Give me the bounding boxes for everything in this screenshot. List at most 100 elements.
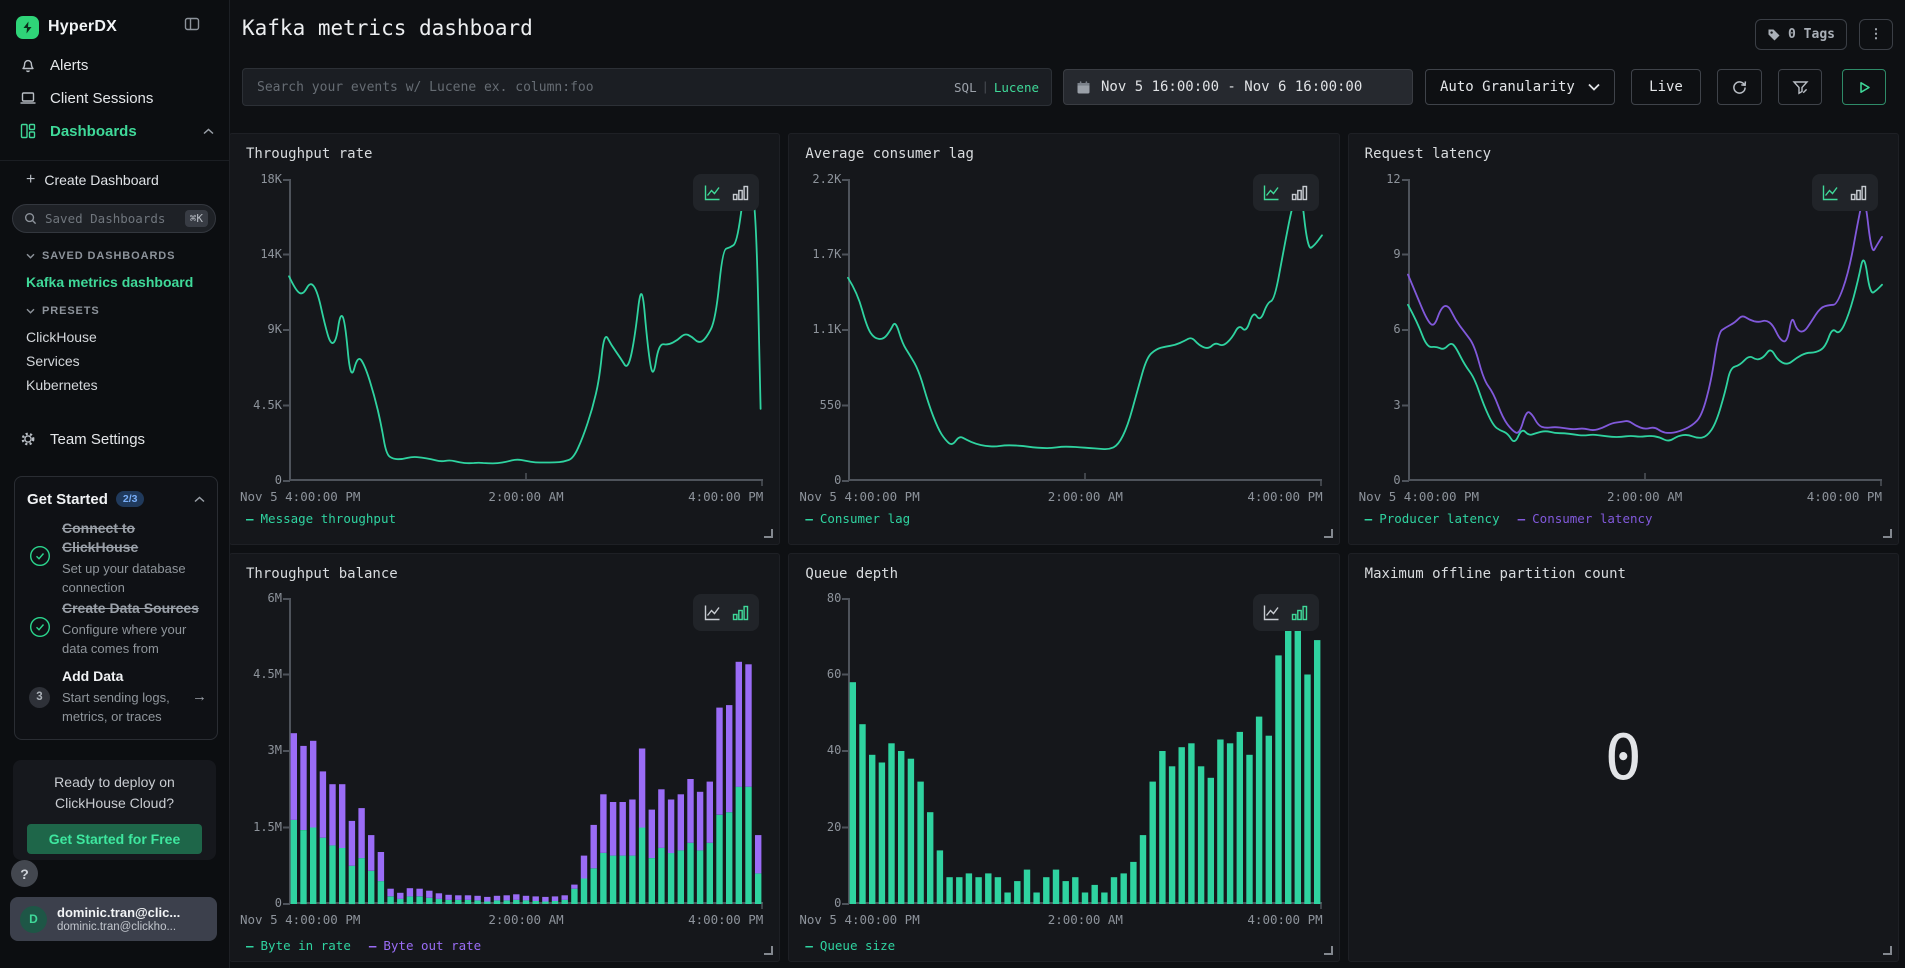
panel-options-button[interactable]: ⋮ [1859, 19, 1893, 50]
chart-type-toggle[interactable] [1253, 174, 1319, 211]
y-axis-label: 18K [260, 172, 282, 186]
x-axis-label: Nov 5 4:00:00 PM [799, 489, 919, 504]
get-started-item[interactable]: 3 Add Data Start sending logs, metrics, … [29, 667, 207, 726]
chart-type-toggle[interactable] [693, 174, 759, 211]
create-dashboard-button[interactable]: + Create Dashboard [26, 172, 159, 188]
sidebar-item-team-settings[interactable]: Team Settings [0, 424, 230, 454]
legend-item[interactable]: —Message throughput [246, 511, 396, 526]
search-placeholder: Saved Dashboards [45, 211, 185, 226]
section-presets[interactable]: PRESETS [26, 305, 100, 317]
y-axis-label: 3 [1393, 398, 1400, 412]
y-axis-label: 60 [827, 667, 841, 681]
chart-type-toggle[interactable] [1812, 174, 1878, 211]
get-started-item[interactable]: Create Data Sources Configure where your… [29, 599, 207, 658]
chart-plot[interactable] [1408, 179, 1882, 481]
chart-canvas[interactable] [848, 179, 1322, 481]
y-axis-label: 6M [268, 591, 282, 605]
sidebar-item-dashboards[interactable]: Dashboards [0, 116, 230, 146]
legend-item[interactable]: —Byte in rate [246, 938, 351, 953]
chart-canvas[interactable] [1408, 179, 1882, 481]
granularity-select[interactable]: Auto Granularity [1425, 69, 1615, 105]
resize-handle[interactable] [1324, 946, 1333, 955]
y-axis-label: 12 [1386, 172, 1400, 186]
sidebar-item-client-sessions[interactable]: Client Sessions [0, 83, 230, 113]
gear-icon [18, 430, 37, 449]
legend-item[interactable]: —Byte out rate [369, 938, 481, 953]
arrow-right-icon: → [192, 688, 207, 705]
get-started-title: Get Started [27, 491, 108, 508]
y-axis-label: 9 [1393, 247, 1400, 261]
resize-handle[interactable] [764, 529, 773, 538]
get-started-item[interactable]: Connect to ClickHouse Set up your databa… [29, 519, 207, 597]
legend-item[interactable]: — Producer latency [1365, 511, 1500, 526]
legend-item[interactable]: —Queue size [805, 938, 895, 953]
resize-handle[interactable] [1324, 529, 1333, 538]
sql-toggle[interactable]: SQL [954, 80, 977, 95]
x-axis-label: Nov 5 4:00:00 PM [1359, 489, 1479, 504]
live-button[interactable]: Live [1631, 69, 1701, 105]
chart-canvas[interactable] [289, 179, 763, 481]
cloud-promo-card: Ready to deploy on ClickHouse Cloud? Get… [13, 760, 216, 860]
search-input[interactable]: Search your events w/ Lucene ex. column:… [242, 68, 1052, 106]
user-menu[interactable]: D dominic.tran@clic... dominic.tran@clic… [10, 897, 217, 941]
chart-plot[interactable] [289, 179, 763, 481]
chart-type-toggle[interactable] [693, 594, 759, 631]
legend-swatch: — [1365, 511, 1373, 526]
chart-canvas[interactable] [848, 598, 1322, 904]
legend-item[interactable]: —Consumer latency [1518, 511, 1653, 526]
chart-type-toggle[interactable] [1253, 594, 1319, 631]
user-name: dominic.tran@clic... [57, 905, 180, 920]
step-number-icon: 3 [29, 686, 51, 708]
app-name: HyperDX [48, 18, 117, 36]
x-axis-label: Nov 5 4:00:00 PM [799, 912, 919, 927]
resize-handle[interactable] [1883, 529, 1892, 538]
sidebar-item-kafka-dashboard[interactable]: Kafka metrics dashboard [26, 274, 193, 290]
x-axis-label: Nov 5 4:00:00 PM [240, 912, 360, 927]
task-subtitle: Set up your database connection [62, 559, 207, 597]
sidebar-item-clickhouse[interactable]: ClickHouse [26, 329, 97, 345]
chevron-up-icon[interactable] [203, 122, 214, 140]
chevron-up-icon[interactable] [194, 490, 205, 508]
legend-label: Producer latency [1379, 511, 1499, 526]
x-axis-label: 4:00:00 PM [688, 912, 763, 927]
tags-button[interactable]: 0 Tags [1755, 19, 1847, 50]
chart-plot[interactable] [289, 598, 763, 904]
y-axis-label: 0 [275, 473, 282, 487]
run-query-button[interactable] [1842, 69, 1886, 105]
sidebar-item-alerts[interactable]: Alerts [0, 50, 230, 80]
sidebar-item-kubernetes[interactable]: Kubernetes [26, 377, 98, 393]
filter-button[interactable] [1778, 69, 1822, 105]
y-axis-label: 20 [827, 820, 841, 834]
bar-chart-icon [1291, 604, 1308, 621]
date-range-value: Nov 5 16:00:00 - Nov 6 16:00:00 [1101, 79, 1362, 95]
date-range-picker[interactable]: Nov 5 16:00:00 - Nov 6 16:00:00 [1063, 69, 1413, 105]
promo-text-line1: Ready to deploy on [54, 774, 175, 790]
lucene-toggle[interactable]: Lucene [994, 80, 1039, 95]
help-button[interactable]: ? [11, 860, 38, 887]
saved-dashboards-search-input[interactable]: Saved Dashboards ⌘K [12, 204, 216, 233]
legend-item[interactable]: —Consumer lag [805, 511, 910, 526]
chart-plot[interactable] [848, 598, 1322, 904]
resize-handle[interactable] [1883, 946, 1892, 955]
chart-canvas[interactable] [289, 598, 763, 904]
y-axis-label: 1.7K [812, 247, 841, 261]
calendar-icon [1076, 80, 1091, 95]
panel-throughput-rate: Throughput rate 04.5K9K14K18K Nov 5 4:00… [229, 133, 780, 545]
task-subtitle: Start sending logs, metrics, or traces [62, 688, 188, 726]
dashboards-icon [18, 122, 37, 141]
sidebar-collapse-icon[interactable] [183, 15, 203, 35]
panel-max-offline-partition-count: Maximum offline partition count 0 [1348, 553, 1899, 962]
line-chart-icon [704, 184, 721, 201]
panel-throughput-balance: Throughput balance 01.5M3M4.5M6M Nov 5 4… [229, 553, 780, 962]
legend-swatch: — [246, 511, 254, 526]
get-started-free-button[interactable]: Get Started for Free [27, 824, 202, 854]
task-title: Create Data Sources [62, 599, 207, 618]
chart-plot[interactable] [848, 179, 1322, 481]
bar-chart-icon [732, 604, 749, 621]
resize-handle[interactable] [764, 946, 773, 955]
refresh-button[interactable] [1717, 69, 1762, 105]
section-saved-dashboards[interactable]: SAVED DASHBOARDS [26, 250, 175, 262]
y-axis-label: 1.1K [812, 322, 841, 336]
y-axis-label: 0 [1393, 473, 1400, 487]
sidebar-item-services[interactable]: Services [26, 353, 80, 369]
